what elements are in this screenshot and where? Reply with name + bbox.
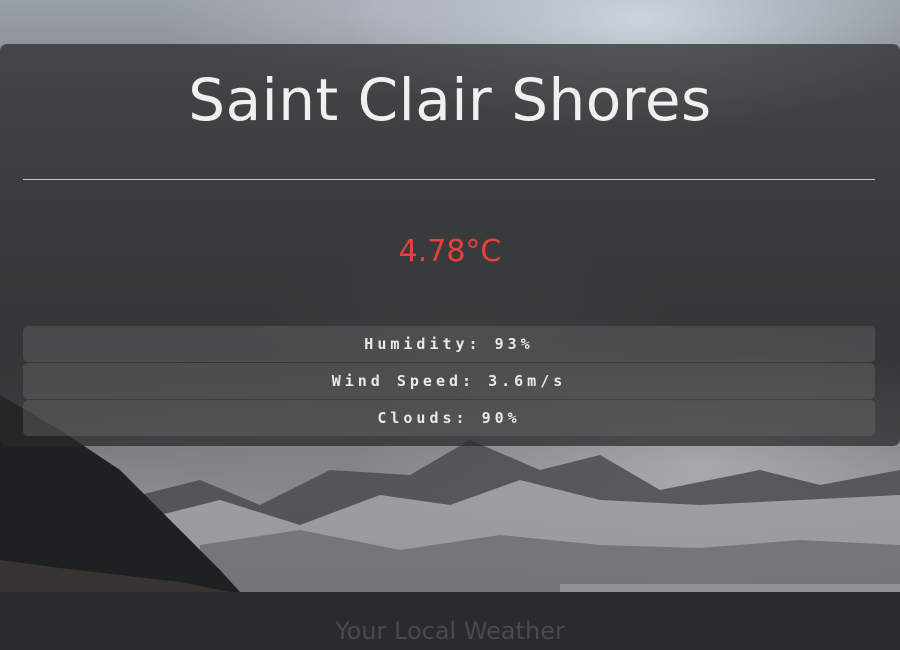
- humidity-stat: Humidity: 93%: [23, 326, 875, 362]
- divider: [23, 179, 875, 180]
- footer-title: Your Local Weather: [335, 617, 565, 645]
- clouds-stat: Clouds: 90%: [23, 400, 875, 436]
- city-name: Saint Clair Shores: [188, 66, 712, 134]
- temperature-value: 4.78°C: [398, 234, 502, 269]
- wind-speed-stat: Wind Speed: 3.6m/s: [23, 363, 875, 399]
- weather-stats-list: Humidity: 93% Wind Speed: 3.6m/s Clouds:…: [23, 326, 875, 437]
